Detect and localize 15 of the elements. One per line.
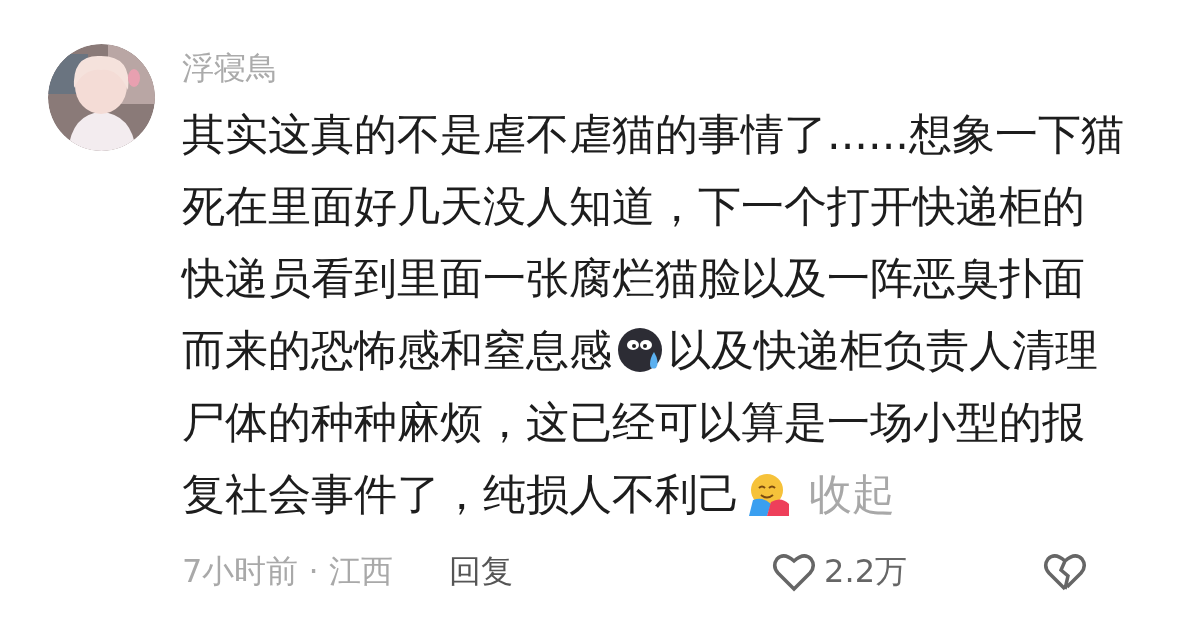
comment-text: 复社会事件了，纯损人不利己 xyxy=(182,468,741,521)
collapse-link[interactable]: 收起 xyxy=(809,458,895,530)
heart-icon[interactable] xyxy=(772,552,817,592)
timestamp-location: 7小时前 · 江西 xyxy=(182,551,393,592)
reply-button[interactable]: 回复 xyxy=(448,550,513,594)
comment-text: 而来的恐怖感和窒息感 xyxy=(182,324,612,377)
sweat-face-icon xyxy=(616,326,664,374)
like-count: 2.2万 xyxy=(824,551,907,592)
comment-text: 尸体的种种麻烦，这已经可以算是一场小型的报 xyxy=(182,396,1085,449)
username[interactable]: 浮寝鳥 xyxy=(182,44,1137,92)
comment-text: 其实这真的不是虐不虐猫的事情了......想象一下猫 xyxy=(182,108,1124,161)
comment-text: 快递员看到里面一张腐烂猫脸以及一阵恶臭扑面 xyxy=(182,252,1085,305)
comment-text: 以及快递柜负责人清理 xyxy=(668,324,1098,377)
broken-heart-icon[interactable] xyxy=(1043,552,1087,592)
comment-text: 死在里面好几天没人知道，下一个打开快递柜的 xyxy=(182,180,1085,233)
